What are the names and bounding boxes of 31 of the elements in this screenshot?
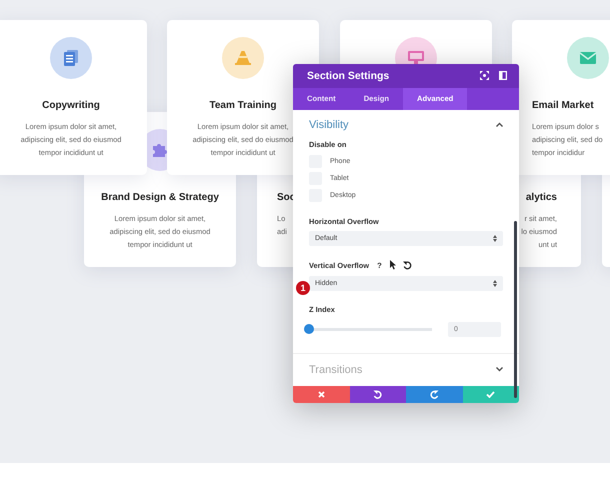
reset-icon[interactable]	[402, 260, 412, 270]
cone-icon	[235, 51, 251, 65]
slider-thumb[interactable]	[304, 324, 314, 334]
scrollbar[interactable]	[514, 220, 517, 398]
card-title: alytics	[526, 192, 557, 203]
step-badge: 1	[296, 280, 310, 295]
expand-icon[interactable]	[480, 71, 489, 80]
save-button[interactable]	[462, 386, 519, 403]
undo-icon	[373, 390, 382, 399]
monitor-icon	[408, 51, 424, 65]
envelope-icon	[580, 52, 596, 64]
check-icon	[486, 390, 496, 398]
redo-button[interactable]	[406, 386, 462, 403]
card-title: Email Market	[532, 100, 594, 111]
redo-icon	[430, 390, 439, 399]
chevron-icon[interactable]	[496, 367, 503, 372]
dropdown-icon	[493, 234, 497, 242]
chevron-icon[interactable]	[496, 122, 503, 128]
cancel-button[interactable]	[293, 386, 350, 403]
section-title[interactable]: Visibility	[309, 118, 349, 131]
sidebar-toggle-icon[interactable]	[499, 71, 507, 80]
close-icon	[318, 390, 325, 398]
card-title: Team Training	[209, 100, 277, 111]
undo-button[interactable]	[350, 386, 406, 403]
card-title: Brand Design & Strategy	[101, 192, 219, 203]
document-icon	[64, 50, 78, 66]
dropdown-icon	[493, 280, 497, 287]
cursor-icon[interactable]	[390, 260, 397, 270]
puzzle-icon	[153, 143, 167, 157]
panel-title: Section Settings	[307, 70, 390, 82]
card-title: Copywriting	[42, 100, 100, 111]
